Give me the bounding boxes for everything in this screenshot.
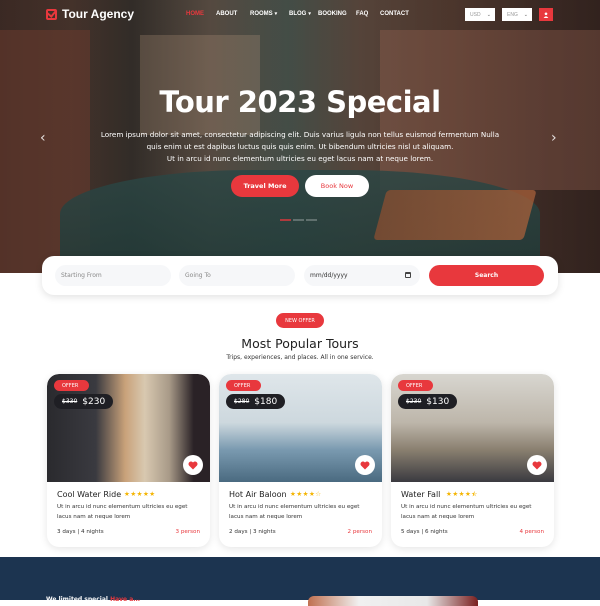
nav-item-contact[interactable]: CONTACT (378, 11, 409, 17)
brand-name: Tour Agency (62, 7, 135, 21)
star-rating: ★★★★⯪ (446, 490, 478, 498)
tour-name[interactable]: Water Fall (401, 490, 440, 499)
book-now-button[interactable]: Book Now (305, 175, 369, 197)
slide-indicator[interactable] (293, 219, 304, 221)
tour-card[interactable]: OFFER $330 $230 Cool Water Ride ★★★★★ Ut… (47, 374, 210, 547)
user-icon (543, 11, 549, 18)
new-offer-badge: NEW OFFER (276, 313, 324, 328)
star-rating: ★★★★★ (124, 490, 156, 498)
search-button[interactable]: Search (429, 265, 544, 286)
travel-more-button[interactable]: Travel More (231, 175, 299, 197)
promo-section: We limited special Have a... (0, 557, 600, 606)
tour-persons: 2 person (347, 529, 372, 535)
checkbox-icon (46, 8, 57, 20)
heart-icon (360, 461, 370, 469)
nav-item-blog[interactable]: BLOG ▾ (279, 11, 314, 17)
tour-duration: 5 days | 6 nights (401, 529, 448, 535)
slide-indicator[interactable] (306, 219, 317, 221)
slide-indicator[interactable] (280, 219, 291, 221)
slider-indicators (280, 219, 317, 221)
old-price: $230 (406, 398, 422, 405)
nav-item-rooms[interactable]: ROOMS ▾ (250, 11, 279, 17)
nav-item-home[interactable]: HOME (186, 11, 216, 17)
price-tag: $330 $230 (54, 394, 114, 409)
heart-icon (188, 461, 198, 469)
tour-duration: 2 days | 3 nights (229, 529, 276, 535)
promo-image (308, 596, 478, 606)
language-select[interactable]: ENG ⌄ (502, 8, 532, 21)
nav-item-rooms-label: ROOMS (250, 11, 273, 17)
tour-name[interactable]: Hot Air Baloon (229, 490, 287, 499)
boat (373, 190, 537, 240)
heart-icon (532, 461, 542, 469)
tour-description: Ut in arcu id nunc elementum ultricies e… (229, 504, 360, 520)
nav-item-faq[interactable]: FAQ (353, 11, 378, 17)
search-panel: Starting From Going To mm/dd/yyyy Search (42, 256, 558, 295)
favorite-button[interactable] (527, 455, 547, 475)
language-value: ENG (507, 11, 518, 18)
date-input[interactable]: mm/dd/yyyy (304, 265, 420, 286)
section-title: Most Popular Tours (241, 336, 359, 351)
old-price: $280 (234, 398, 250, 405)
next-slide-arrow[interactable]: › (551, 130, 557, 146)
tour-duration: 3 days | 4 nights (57, 529, 104, 535)
caret-down-icon: ▾ (274, 11, 278, 17)
tour-description: Ut in arcu id nunc elementum ultricies e… (57, 504, 188, 520)
offer-badge: OFFER (226, 380, 261, 391)
current-price: $130 (426, 396, 450, 407)
tour-description: Ut in arcu id nunc elementum ultricies e… (401, 504, 532, 520)
date-placeholder: mm/dd/yyyy (310, 272, 348, 279)
prev-slide-arrow[interactable]: ‹ (40, 130, 46, 146)
chevron-down-icon: ⌄ (486, 11, 491, 18)
user-button[interactable] (539, 8, 553, 21)
tour-card[interactable]: OFFER $280 $180 Hot Air Baloon ★★★★☆ Ut … (219, 374, 382, 547)
hero-description-line: quis enim ut est dapibus luctus quis qui… (146, 142, 454, 151)
caret-down-icon: ▾ (308, 11, 311, 17)
nav-item-about[interactable]: ABOUT (216, 11, 250, 17)
old-price: $330 (62, 398, 78, 405)
nav-menu: HOME ABOUT ROOMS ▾ BLOG ▾ BOOKING FAQ CONT… (186, 11, 409, 17)
nav-item-booking[interactable]: BOOKING (314, 11, 353, 17)
tour-name[interactable]: Cool Water Ride (57, 490, 121, 499)
tour-persons: 4 person (519, 529, 544, 535)
price-tag: $280 $180 (226, 394, 286, 409)
hero-description-line: Lorem ipsum dolor sit amet, consectetur … (100, 130, 500, 139)
nav-item-blog-label: BLOG (289, 11, 307, 17)
star-rating: ★★★★☆ (290, 490, 322, 498)
top-navbar: Tour Agency HOME ABOUT ROOMS ▾ BLOG ▾ BOOK… (0, 0, 600, 30)
hero-description-line: Ut in arcu id nunc elementum ultricies e… (166, 154, 434, 163)
chevron-down-icon: ⌄ (523, 11, 528, 18)
brand-logo[interactable]: Tour Agency (46, 7, 134, 21)
hero-title: Tour 2023 Special (159, 85, 441, 119)
price-tag: $230 $130 (398, 394, 458, 409)
offer-badge: OFFER (398, 380, 433, 391)
starting-from-input[interactable]: Starting From (55, 265, 171, 286)
offer-badge: OFFER (54, 380, 89, 391)
favorite-button[interactable] (183, 455, 203, 475)
currency-value: USD (470, 11, 481, 18)
section-subtitle: Trips, experiences, and places. All in o… (226, 354, 374, 361)
currency-select[interactable]: USD ⌄ (465, 8, 495, 21)
tour-persons: 3 person (175, 529, 200, 535)
favorite-button[interactable] (355, 455, 375, 475)
current-price: $180 (254, 396, 278, 407)
hero-description: Lorem ipsum dolor sit amet, consectetur … (100, 129, 500, 165)
tour-card[interactable]: OFFER $230 $130 Water Fall ★★★★⯪ Ut in a… (391, 374, 554, 547)
current-price: $230 (82, 396, 106, 407)
going-to-input[interactable]: Going To (179, 265, 295, 286)
calendar-icon[interactable] (405, 272, 411, 278)
